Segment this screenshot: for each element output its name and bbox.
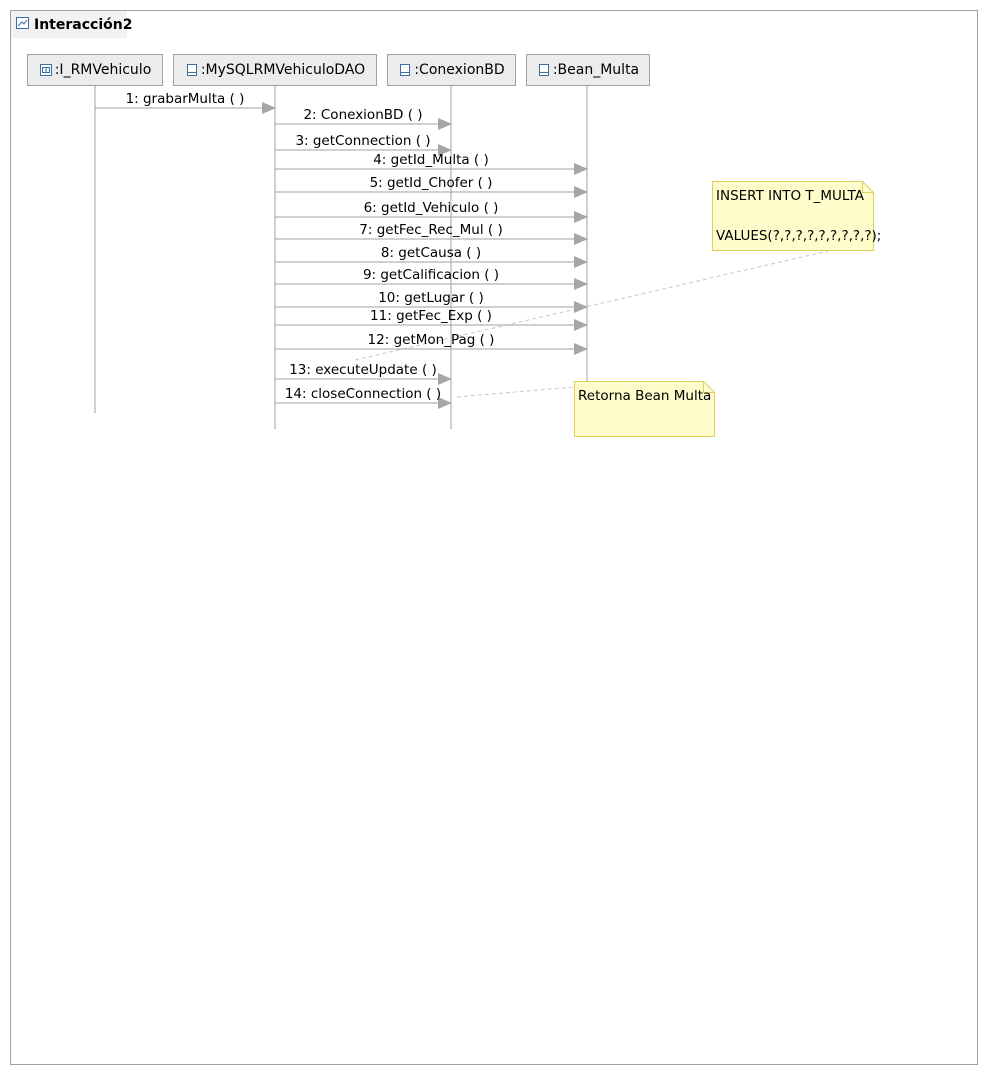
message-label-7: 7: getFec_Rec_Mul ( ) (359, 222, 502, 238)
message-label-2: 2: ConexionBD ( ) (303, 107, 422, 123)
message-label-13: 13: executeUpdate ( ) (289, 362, 437, 378)
return-note-connector (456, 386, 575, 398)
note-line: INSERT INTO T_MULTA (716, 188, 864, 204)
message-label-4: 4: getId_Multa ( ) (373, 152, 489, 168)
sql-note[interactable]: INSERT INTO T_MULTA VALUES(?,?,?,?,?,?,?… (712, 181, 881, 251)
return-note[interactable]: Retorna Bean Multa (574, 381, 715, 437)
class-icon (400, 64, 411, 76)
message-label-11: 11: getFec_Exp ( ) (370, 308, 492, 324)
lifeline-head-mysql-dao[interactable]: :MySQLRMVehiculoDAO (173, 54, 377, 86)
class-icon (538, 64, 549, 76)
message-label-12: 12: getMon_Pag ( ) (368, 332, 495, 348)
message-label-9: 9: getCalificacion ( ) (363, 267, 499, 283)
message-label-3: 3: getConnection ( ) (295, 133, 430, 149)
message-label-6: 6: getId_Vehiculo ( ) (364, 200, 499, 216)
class-icon (186, 64, 197, 76)
lifeline-head-conexionbd[interactable]: :ConexionBD (387, 54, 516, 86)
message-label-1: 1: grabarMulta ( ) (126, 91, 245, 107)
message-label-10: 10: getLugar ( ) (378, 290, 484, 306)
lifeline-label: :I_RMVehiculo (54, 62, 152, 78)
message-label-8: 8: getCausa ( ) (381, 245, 481, 261)
lifeline-label: :ConexionBD (414, 62, 505, 78)
message-label-14: 14: closeConnection ( ) (285, 386, 441, 402)
message-label-5: 5: getId_Chofer ( ) (370, 175, 493, 191)
lifeline-label: :Bean_Multa (552, 62, 640, 78)
return-note-text: Retorna Bean Multa (578, 388, 712, 404)
lifeline-label: :MySQLRMVehiculoDAO (200, 62, 366, 78)
lifeline-head-i-rmvehiculo[interactable]: :I_RMVehiculo (27, 54, 163, 86)
sql-note-text: INSERT INTO T_MULTA VALUES(?,?,?,?,?,?,?… (716, 186, 881, 246)
sequence-diagram: 1: grabarMulta ( ) 2: ConexionBD ( ) 3: ge… (94, 86, 829, 429)
lifeline-head-bean-multa[interactable]: :Bean_Multa (526, 54, 650, 86)
note-line: VALUES(?,?,?,?,?,?,?,?,?); (716, 228, 882, 244)
interface-icon (39, 64, 52, 76)
